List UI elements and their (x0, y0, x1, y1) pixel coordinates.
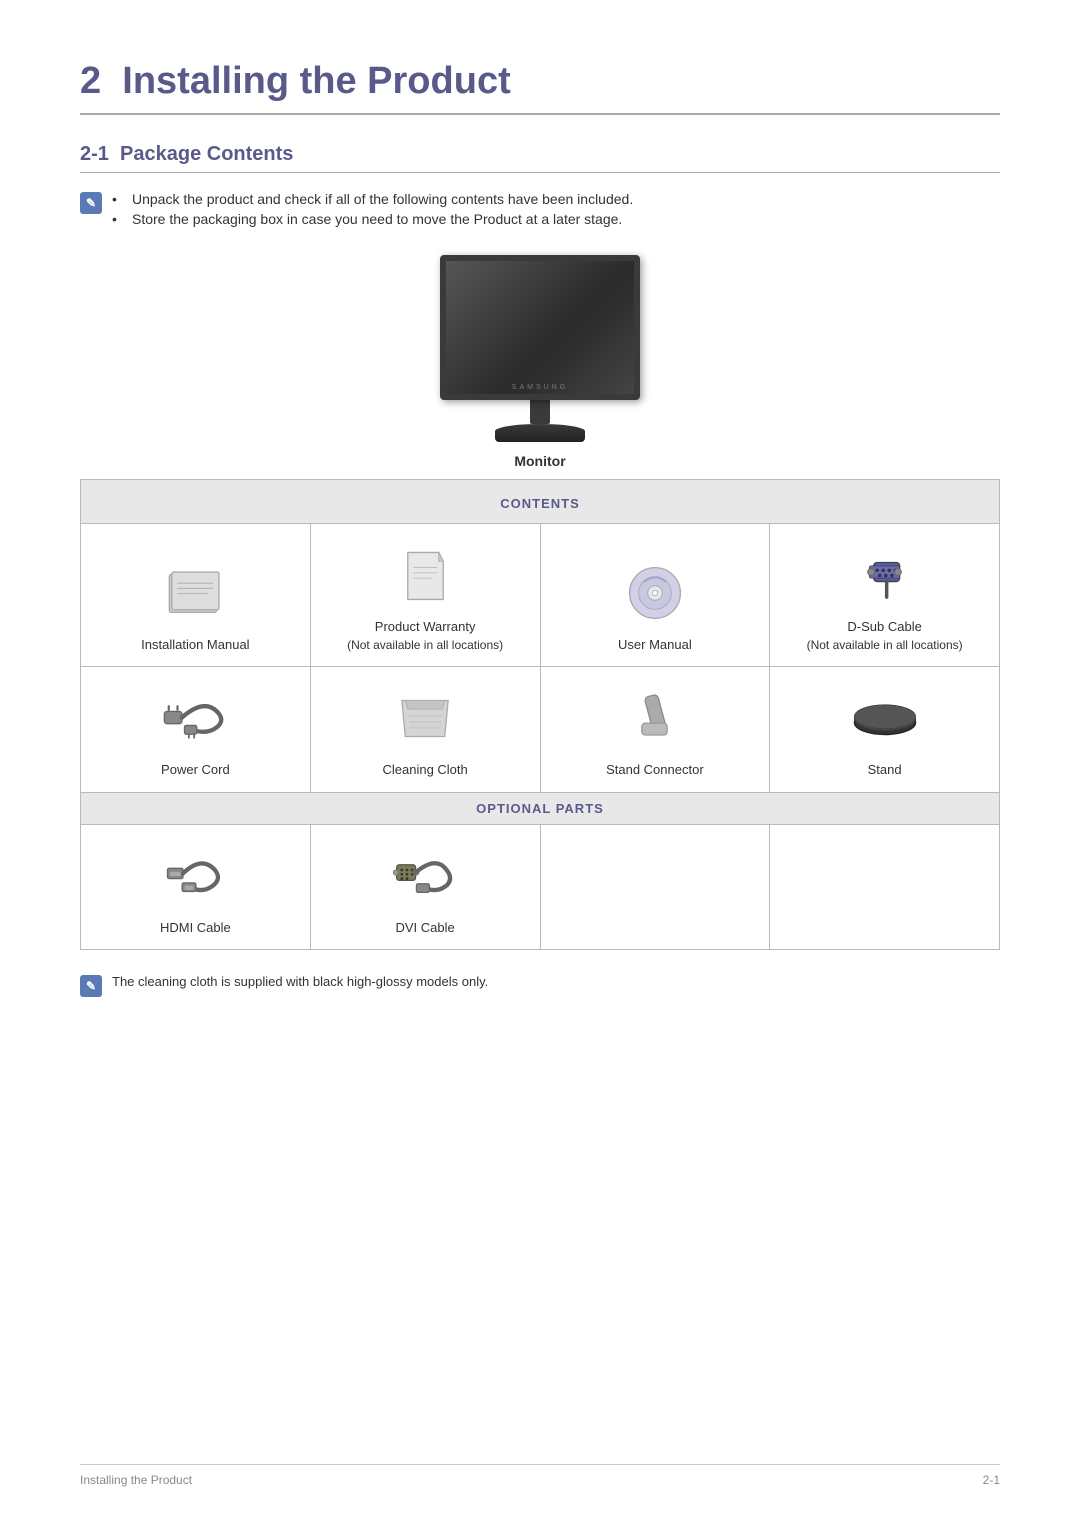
contents-table: CONTENTS Installation Manual (80, 479, 1000, 950)
dvi-icon (393, 851, 458, 901)
manual-label: Installation Manual (89, 636, 302, 654)
powercord-icon-container (89, 683, 302, 753)
table-cell-warranty: Product Warranty(Not available in all lo… (310, 524, 540, 667)
cd-icon (626, 564, 684, 622)
table-cell-dvi: DVI Cable (310, 824, 540, 949)
cloth-label: Cleaning Cloth (319, 761, 532, 779)
cd-icon-container (549, 558, 762, 628)
manual-icon-container (89, 558, 302, 628)
chapter-title: 2 Installing the Product (80, 60, 1000, 115)
monitor-screen: SAMSUNG (440, 255, 640, 400)
optional-parts-header-row: OPTIONAL PARTS (81, 792, 1000, 824)
manual-icon (165, 566, 225, 621)
hdmi-icon-container (89, 841, 302, 911)
table-cell-standconnector: Stand Connector (540, 667, 770, 792)
table-cell-empty-1 (540, 824, 770, 949)
table-cell-cloth: Cleaning Cloth (310, 667, 540, 792)
note-item-1: Unpack the product and check if all of t… (112, 191, 633, 207)
note-list: Unpack the product and check if all of t… (112, 191, 633, 231)
section-number: 2-1 (80, 143, 109, 165)
contents-header: CONTENTS (81, 480, 1000, 524)
footer-note: ✎ The cleaning cloth is supplied with bl… (80, 974, 1000, 997)
table-cell-hdmi: HDMI Cable (81, 824, 311, 949)
powercord-icon (160, 693, 230, 743)
dvi-icon-container (319, 841, 532, 911)
monitor-image: SAMSUNG (420, 255, 660, 445)
warranty-icon-container (319, 540, 532, 610)
monitor-base (495, 424, 585, 442)
table-cell-powercord: Power Cord (81, 667, 311, 792)
standconnector-label: Stand Connector (549, 761, 762, 779)
dsub-icon (852, 548, 917, 603)
stand-icon-container (778, 683, 991, 753)
table-cell-empty-2 (770, 824, 1000, 949)
table-cell-stand: Stand (770, 667, 1000, 792)
monitor-neck (530, 400, 550, 424)
stand-label: Stand (778, 761, 991, 779)
table-cell-userManual: User Manual (540, 524, 770, 667)
note-item-2: Store the packaging box in case you need… (112, 211, 633, 227)
note-icon: ✎ (80, 192, 102, 214)
empty-icon-2 (778, 859, 991, 929)
dvi-label: DVI Cable (319, 919, 532, 937)
warranty-label: Product Warranty(Not available in all lo… (319, 618, 532, 654)
userManual-label: User Manual (549, 636, 762, 654)
cloth-icon-container (319, 683, 532, 753)
standconnector-icon-container (549, 683, 762, 753)
stand-icon (851, 698, 919, 738)
table-cell-dsub: D-Sub Cable(Not available in all locatio… (770, 524, 1000, 667)
dsub-label: D-Sub Cable(Not available in all locatio… (778, 618, 991, 654)
dsub-icon-container (778, 540, 991, 610)
powercord-label: Power Cord (89, 761, 302, 779)
note-block: ✎ Unpack the product and check if all of… (80, 191, 1000, 231)
hdmi-icon (163, 851, 228, 901)
section-title: 2-1 Package Contents (80, 143, 1000, 173)
empty-icon-1 (549, 859, 762, 929)
warranty-icon (403, 548, 448, 603)
cloth-icon (395, 691, 455, 746)
footer-note-text: The cleaning cloth is supplied with blac… (112, 974, 488, 989)
footer-left: Installing the Product (80, 1473, 192, 1487)
table-cell-manual: Installation Manual (81, 524, 311, 667)
monitor-label: Monitor (514, 453, 565, 469)
standconnector-icon (632, 691, 677, 746)
page-footer: Installing the Product 2-1 (80, 1464, 1000, 1487)
hdmi-label: HDMI Cable (89, 919, 302, 937)
optional-parts-header: OPTIONAL PARTS (81, 792, 1000, 824)
chapter-number: 2 (80, 60, 101, 102)
footer-note-icon: ✎ (80, 975, 102, 997)
monitor-section: SAMSUNG Monitor (80, 255, 1000, 469)
footer-right: 2-1 (983, 1473, 1000, 1487)
